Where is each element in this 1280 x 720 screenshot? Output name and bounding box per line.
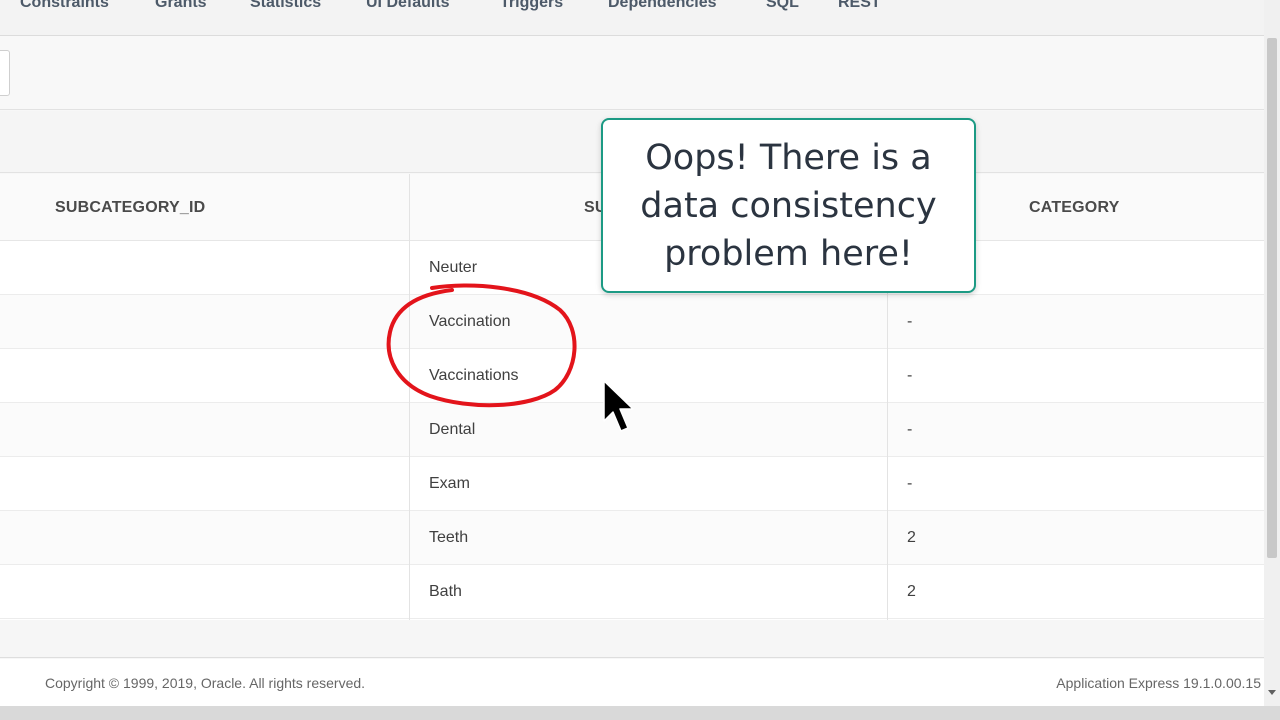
cell-category[interactable]: - (907, 403, 912, 457)
cell-subcategory[interactable]: Dental (429, 403, 475, 457)
tab-rest[interactable]: REST (838, 0, 881, 12)
cell-category[interactable]: 2 (907, 511, 916, 565)
table-row[interactable]: Teeth 2 (0, 511, 1264, 565)
table-row[interactable]: Exam - (0, 457, 1264, 511)
table-row[interactable]: Vaccination - (0, 295, 1264, 349)
cell-category[interactable]: - (907, 457, 912, 511)
cell-category[interactable]: - (907, 349, 912, 403)
cell-subcategory[interactable]: Vaccinations (429, 349, 519, 403)
grid-footer-bar (0, 620, 1264, 658)
column-divider (887, 241, 888, 620)
table-row[interactable]: Dental - (0, 403, 1264, 457)
tab-statistics[interactable]: Statistics (250, 0, 321, 12)
copyright-text: Copyright © 1999, 2019, Oracle. All righ… (45, 675, 366, 691)
column-header-category[interactable]: CATEGORY (1029, 174, 1120, 241)
vertical-scrollbar[interactable] (1264, 0, 1280, 706)
object-tabs: Constraints Grants Statistics UI Default… (0, 0, 1264, 36)
table-row[interactable]: Vaccinations - (0, 349, 1264, 403)
cell-subcategory[interactable]: Teeth (429, 511, 468, 565)
tab-dependencies[interactable]: Dependencies (608, 0, 716, 12)
cell-subcategory[interactable]: Bath (429, 565, 462, 619)
tab-grants[interactable]: Grants (155, 0, 207, 12)
version-text: Application Express 19.1.0.00.15 (1056, 675, 1261, 691)
tab-sql[interactable]: SQL (766, 0, 799, 12)
tab-constraints[interactable]: Constraints (20, 0, 109, 12)
table-row[interactable]: Bath 2 (0, 565, 1264, 619)
cell-subcategory[interactable]: Vaccination (429, 295, 511, 349)
cell-subcategory[interactable]: Neuter (429, 241, 477, 295)
cell-category[interactable]: - (907, 295, 912, 349)
app-window: Constraints Grants Statistics UI Default… (0, 0, 1264, 706)
grid-toolbar (0, 36, 1264, 110)
tab-triggers[interactable]: Triggers (500, 0, 563, 12)
cell-category[interactable]: 2 (907, 565, 916, 619)
scrollbar-thumb[interactable] (1267, 38, 1277, 558)
scroll-down-arrow-icon[interactable] (1268, 690, 1276, 695)
column-divider (409, 174, 410, 620)
cell-subcategory[interactable]: Exam (429, 457, 470, 511)
page-footer: Copyright © 1999, 2019, Oracle. All righ… (0, 659, 1264, 706)
column-header-subcategory-id[interactable]: SUBCATEGORY_ID (55, 174, 205, 241)
callout-text: Oops! There is a data consistency proble… (640, 137, 937, 274)
toolbar-button[interactable] (0, 50, 10, 96)
tab-ui-defaults[interactable]: UI Defaults (366, 0, 450, 12)
annotation-callout: Oops! There is a data consistency proble… (601, 118, 976, 293)
